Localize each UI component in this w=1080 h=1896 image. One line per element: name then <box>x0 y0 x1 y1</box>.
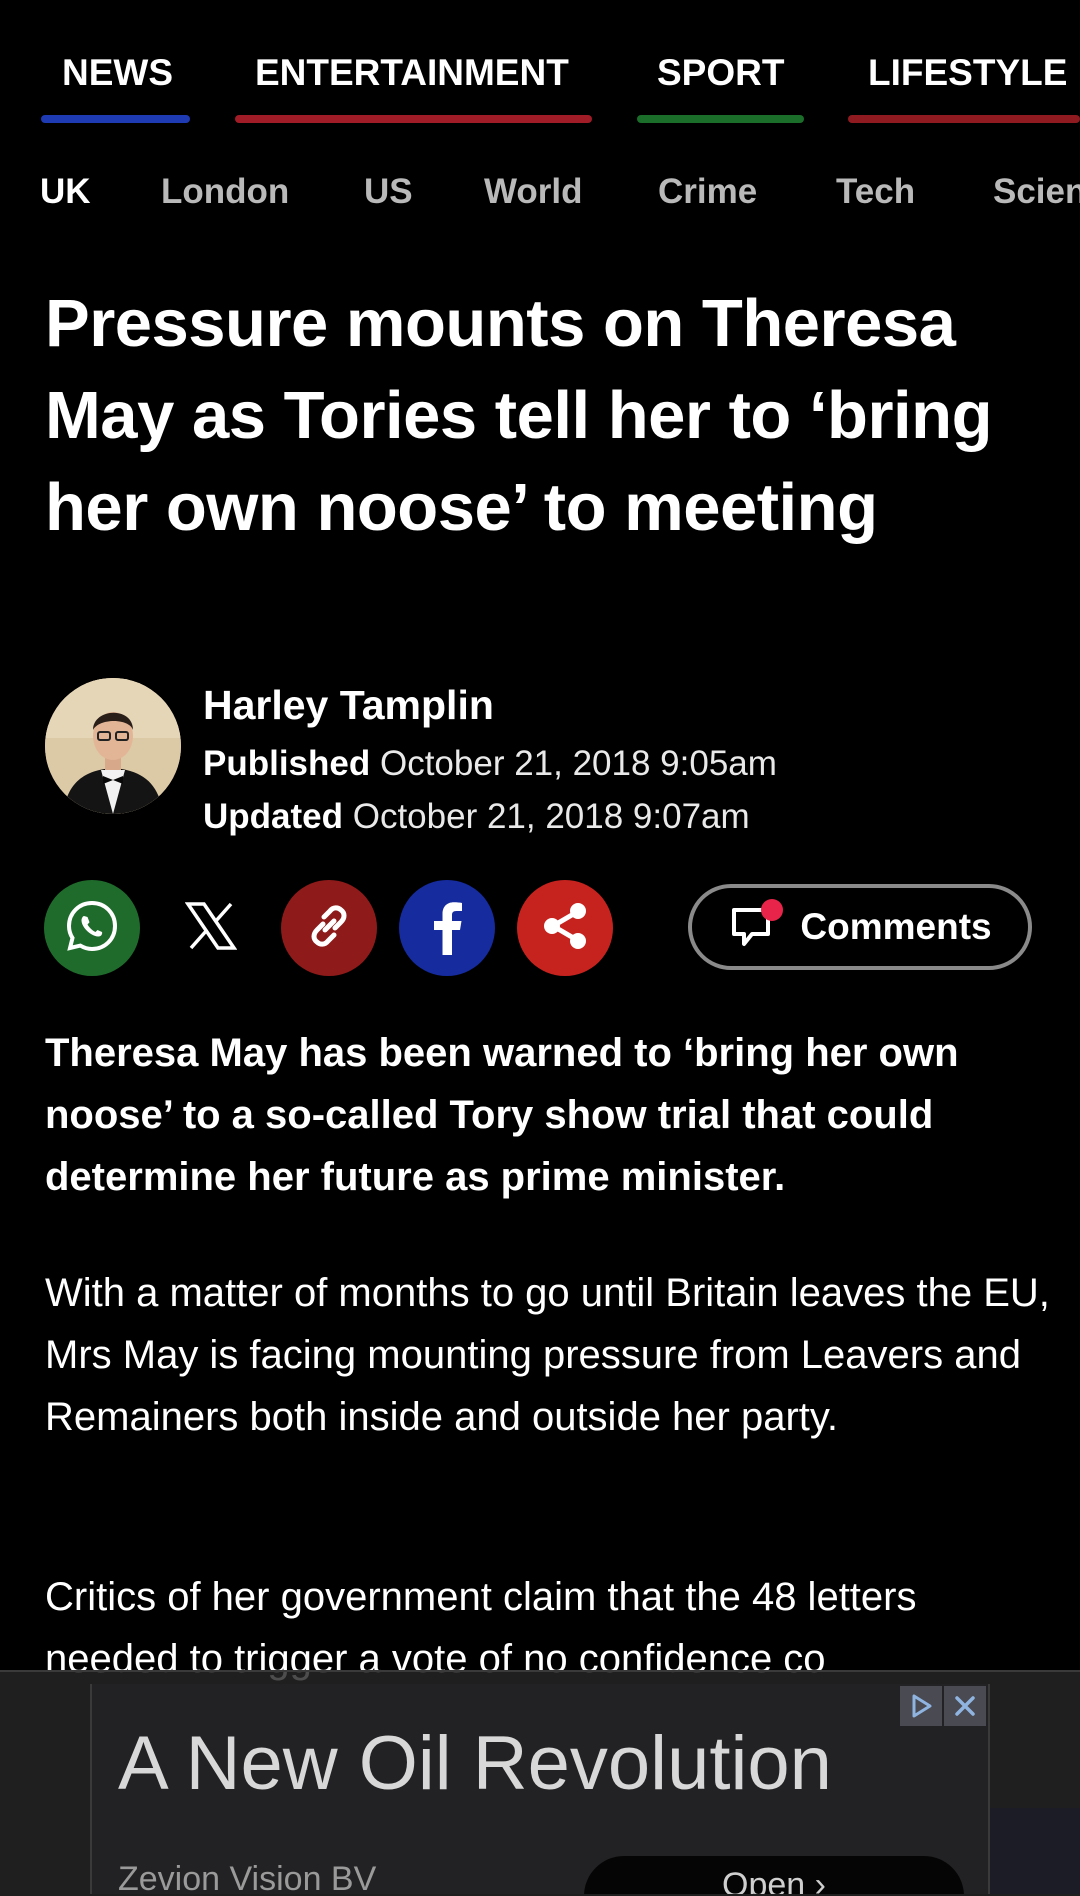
whatsapp-icon <box>63 897 121 960</box>
author-avatar[interactable] <box>45 678 181 814</box>
comments-button[interactable]: Comments <box>688 884 1032 970</box>
published-label: Published <box>203 744 371 783</box>
lifestyle-tab-underline <box>848 115 1080 123</box>
updated-date: October 21, 2018 9:07am <box>352 797 750 836</box>
share-icon <box>537 898 593 959</box>
facebook-share-button[interactable] <box>399 880 495 976</box>
comment-bubble-icon <box>728 898 786 957</box>
subnav-item-tech[interactable]: Tech <box>836 172 915 212</box>
section-tab-news[interactable]: NEWS <box>62 52 173 94</box>
article-lede: Theresa May has been warned to ‘bring he… <box>45 1031 959 1199</box>
ad-choices-icon[interactable] <box>900 1686 942 1726</box>
subnav-item-science[interactable]: Scien <box>993 172 1080 212</box>
section-tab-entertainment[interactable]: ENTERTAINMENT <box>255 52 569 94</box>
published-date: October 21, 2018 9:05am <box>379 744 777 783</box>
copy-link-button[interactable] <box>281 880 377 976</box>
author-name[interactable]: Harley Tamplin <box>203 682 494 729</box>
updated-line: Updated October 21, 2018 9:07am <box>203 797 750 837</box>
subnav-item-london[interactable]: London <box>161 172 289 212</box>
article-headline: Pressure mounts on Theresa May as Tories… <box>45 286 993 545</box>
subnav-item-uk[interactable]: UK <box>40 172 91 212</box>
x-icon <box>184 901 238 955</box>
ad-controls <box>900 1686 986 1726</box>
native-share-button[interactable] <box>517 880 613 976</box>
facebook-icon <box>427 897 467 960</box>
section-nav: NEWS ENTERTAINMENT SPORT LIFESTYLE <box>0 0 1080 130</box>
comments-label: Comments <box>800 906 992 947</box>
updated-label: Updated <box>203 797 343 836</box>
entertainment-tab-underline <box>235 115 592 123</box>
link-icon <box>301 898 357 959</box>
section-tab-lifestyle[interactable]: LIFESTYLE <box>868 52 1067 94</box>
whatsapp-share-button[interactable] <box>44 880 140 976</box>
subnav-item-us[interactable]: US <box>364 172 413 212</box>
section-tab-sport[interactable]: SPORT <box>657 52 784 94</box>
news-tab-underline <box>41 115 190 123</box>
subnav-item-crime[interactable]: Crime <box>658 172 757 212</box>
sport-tab-underline <box>637 115 804 123</box>
ad-side-strip <box>990 1808 1080 1894</box>
subnav-item-world[interactable]: World <box>484 172 583 212</box>
ad-close-icon[interactable] <box>944 1686 986 1726</box>
article-paragraph: With a matter of months to go until Brit… <box>45 1271 1050 1439</box>
ad-title[interactable]: A New Oil Revolution <box>118 1720 832 1807</box>
ad-open-button[interactable]: Open › <box>584 1856 964 1894</box>
ad-sponsor: Zevion Vision BV <box>118 1860 377 1894</box>
advertisement-banner[interactable]: A New Oil Revolution Zevion Vision BV Op… <box>90 1684 990 1894</box>
published-line: Published October 21, 2018 9:05am <box>203 744 777 784</box>
x-share-button[interactable] <box>163 880 259 976</box>
